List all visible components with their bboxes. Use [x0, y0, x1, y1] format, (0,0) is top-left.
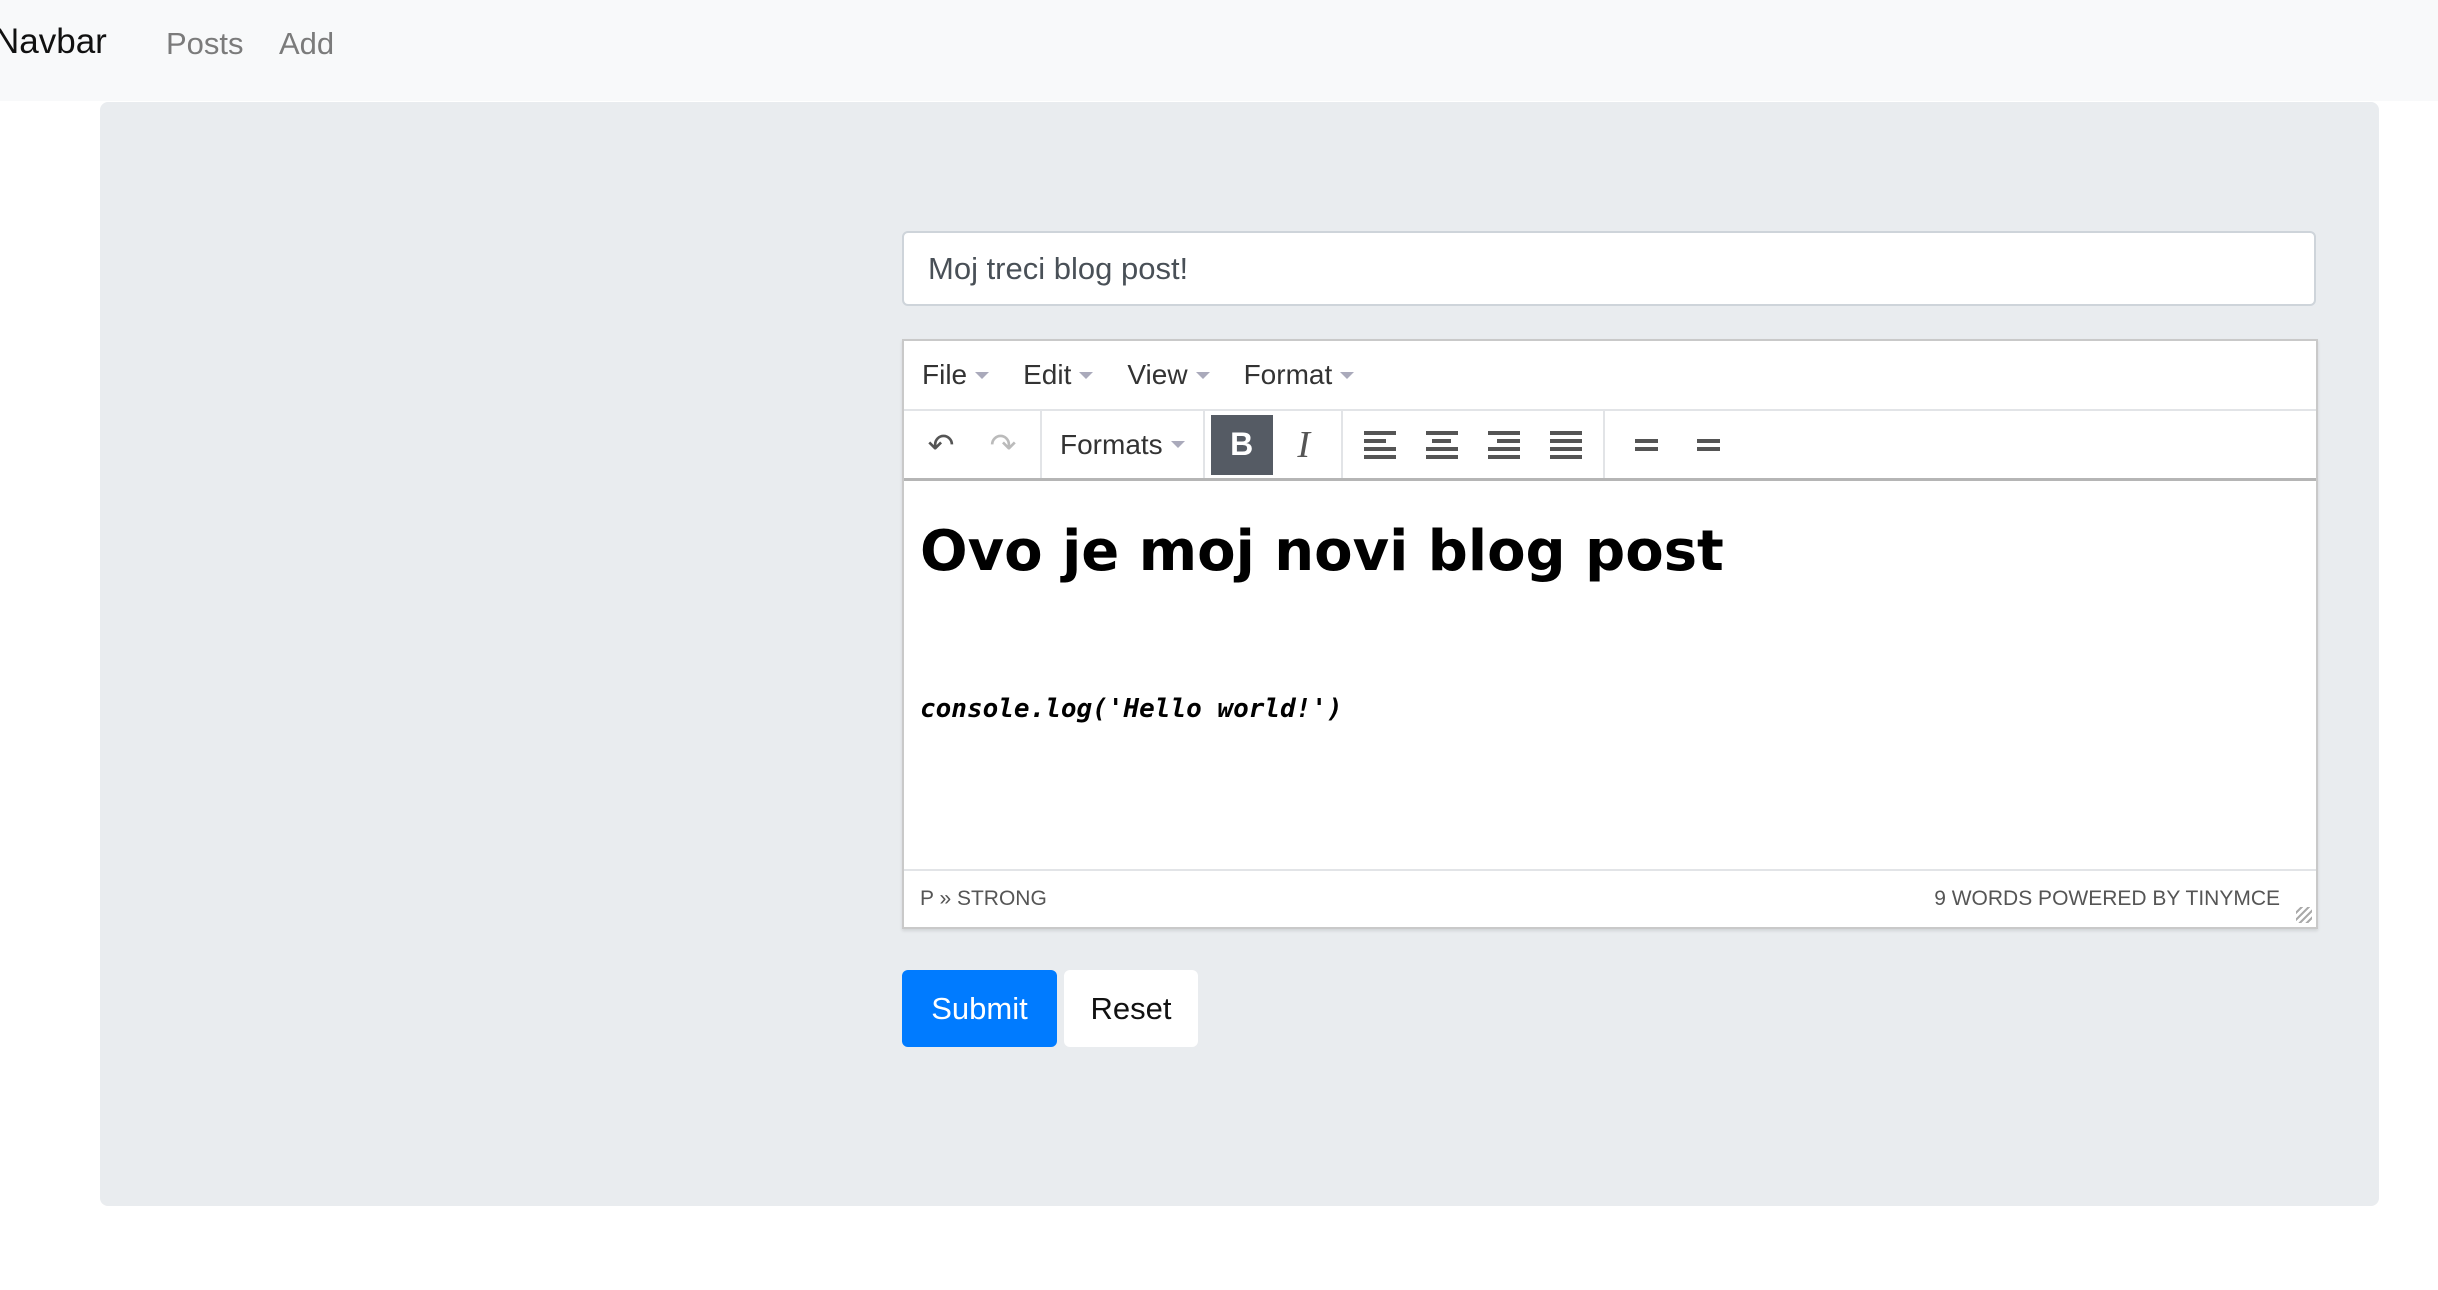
align-center-icon — [1425, 430, 1458, 459]
nav-link-posts[interactable]: Posts — [166, 26, 244, 62]
redo-button[interactable]: ↷ — [972, 415, 1034, 475]
editor-menubar: File Edit View Format — [904, 341, 2316, 411]
align-center-button[interactable] — [1411, 415, 1473, 475]
bold-icon: B — [1230, 426, 1254, 462]
align-left-button[interactable] — [1349, 415, 1411, 475]
navbar: Navbar Posts Add — [0, 0, 2438, 101]
outdent-icon — [1626, 431, 1658, 459]
align-right-button[interactable] — [1473, 415, 1535, 475]
align-group — [1343, 411, 1605, 478]
menu-label: Format — [1243, 359, 1333, 390]
word-count: 9 WORDS POWERED BY TINYMCE — [1934, 887, 2280, 910]
caret-down-icon — [1079, 371, 1094, 379]
align-right-icon — [1487, 430, 1520, 459]
editor-toolbar: ↶ ↷ Formats B I — [904, 411, 2316, 481]
element-path[interactable]: P » STRONG — [920, 887, 1047, 911]
menu-view[interactable]: View — [1127, 359, 1210, 391]
formats-label: Formats — [1060, 428, 1163, 460]
indent-icon — [1688, 431, 1720, 459]
justify-button[interactable] — [1535, 415, 1597, 475]
caret-down-icon — [1195, 371, 1210, 379]
italic-button[interactable]: I — [1273, 415, 1335, 475]
formats-group: Formats — [1042, 411, 1205, 478]
align-justify-icon — [1549, 430, 1582, 459]
undo-button[interactable]: ↶ — [910, 415, 972, 475]
indent-button[interactable] — [1673, 415, 1735, 475]
resize-handle-icon[interactable] — [2296, 907, 2312, 923]
caret-down-icon — [975, 371, 990, 379]
align-left-icon — [1363, 430, 1396, 459]
italic-icon: I — [1297, 423, 1311, 466]
menu-label: Edit — [1023, 359, 1072, 390]
nav-link-add[interactable]: Add — [279, 26, 334, 62]
post-title-input[interactable] — [902, 231, 2316, 306]
editor-statusbar: P » STRONG 9 WORDS POWERED BY TINYMCE — [904, 869, 2316, 927]
formats-dropdown[interactable]: Formats — [1048, 415, 1197, 475]
menu-format[interactable]: Format — [1244, 359, 1355, 391]
redo-icon: ↷ — [989, 426, 1017, 463]
bold-button[interactable]: B — [1210, 414, 1273, 475]
style-group: B I — [1205, 411, 1343, 478]
menu-edit[interactable]: Edit — [1023, 359, 1094, 391]
editor-content[interactable]: Ovo je moj novi blog post console.log('H… — [904, 481, 2316, 869]
caret-down-icon — [1170, 441, 1185, 448]
navbar-brand[interactable]: Navbar — [0, 22, 107, 62]
history-group: ↶ ↷ — [904, 411, 1042, 478]
menu-label: View — [1127, 359, 1188, 390]
content-heading: Ovo je moj novi blog post — [920, 519, 1724, 584]
content-code: console.log('Hello world!') — [920, 694, 1343, 724]
undo-icon: ↶ — [927, 426, 955, 463]
caret-down-icon — [1340, 371, 1355, 379]
menu-label: File — [922, 359, 968, 390]
menu-file[interactable]: File — [922, 359, 990, 391]
outdent-button[interactable] — [1611, 415, 1673, 475]
reset-button[interactable]: Reset — [1064, 970, 1198, 1047]
submit-button[interactable]: Submit — [902, 970, 1057, 1047]
rich-text-editor: File Edit View Format ↶ ↷ Formats B I Ov… — [902, 339, 2318, 929]
indent-group — [1605, 411, 1741, 478]
